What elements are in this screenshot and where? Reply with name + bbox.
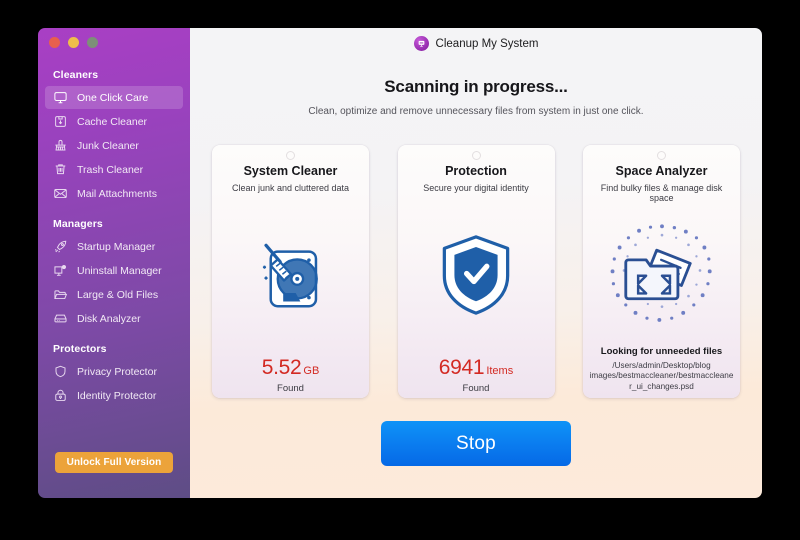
stat-caption: Found [277,383,304,394]
sidebar-group-title-protectors: Protectors [53,343,107,355]
disk-broom-icon [212,193,369,356]
brand: Cleanup My System [190,28,762,51]
sidebar-item-cache-cleaner[interactable]: Cache Cleaner [45,110,183,133]
scan-path: /Users/admin/Desktop/blog images/bestmac… [589,360,734,392]
stat-value: 6941 [438,356,485,379]
card-notch [657,151,666,160]
scan-cards: System Cleaner Clean junk and cluttered … [212,145,740,398]
sidebar-item-privacy-protector[interactable]: Privacy Protector [45,360,183,383]
sidebar-item-label: One Click Care [77,91,149,104]
sidebar-item-label: Cache Cleaner [77,115,148,128]
card-title: Space Analyzer [615,164,708,178]
disk-icon [53,311,68,326]
traffic-lights [38,28,190,48]
card-system-cleaner[interactable]: System Cleaner Clean junk and cluttered … [212,145,369,398]
stat-unit: Items [486,365,514,377]
card-notch [471,151,481,160]
sidebar-group-title-cleaners: Cleaners [53,69,99,81]
sidebar-item-label: Mail Attachments [77,187,157,200]
rocket-icon [53,239,68,254]
stop-button[interactable]: Stop [381,421,571,466]
trash-icon [53,162,68,177]
sidebar-list-cleaners: One Click Care Cache Cleaner Junk Cleane… [38,86,190,205]
close-button[interactable] [49,37,60,48]
stat-value: 5.52 [261,356,302,379]
shield-check-icon [398,193,555,356]
sidebar-item-label: Identity Protector [77,389,157,402]
sidebar-item-label: Startup Manager [77,240,156,253]
card-title: Protection [445,164,507,178]
card-space-analyzer[interactable]: Space Analyzer Find bulky files & manage… [583,145,740,398]
sidebar-item-label: Disk Analyzer [77,312,141,325]
card-protection[interactable]: Protection Secure your digital identity … [397,145,555,398]
sidebar-item-one-click-care[interactable]: One Click Care [45,86,183,109]
app-logo-icon [413,36,429,51]
sidebar-group-title-managers: Managers [53,218,103,230]
card-subtitle: Secure your digital identity [423,183,529,193]
sidebar-list-protectors: Privacy Protector Identity Protector [38,360,190,407]
folder-expand-icon [583,203,740,346]
shield-icon [53,364,68,379]
sidebar-item-disk-analyzer[interactable]: Disk Analyzer [45,307,183,330]
page-title: Scanning in progress... [384,77,568,96]
monitor-icon [53,90,68,105]
main-content: Cleanup My System Scanning in progress..… [190,28,762,498]
sidebar: Cleaners One Click Care Cache Cleaner Ju… [38,28,190,498]
card-notch [286,151,295,160]
lock-icon [53,388,68,403]
sidebar-item-label: Uninstall Manager [77,264,162,277]
card-subtitle: Find bulky files & manage disk space [600,183,723,203]
sidebar-item-label: Privacy Protector [77,365,157,378]
scan-label: Looking for unneeded files [600,345,723,357]
sidebar-item-identity-protector[interactable]: Identity Protector [45,384,183,407]
brand-title: Cleanup My System [435,37,539,50]
unlock-full-version-button[interactable]: Unlock Full Version [55,452,173,473]
monitor-badge-icon [53,263,68,278]
maximize-button[interactable] [87,37,98,48]
envelope-icon [53,186,68,201]
sidebar-item-label: Trash Cleaner [77,163,144,176]
sidebar-item-junk-cleaner[interactable]: Junk Cleaner [45,134,183,157]
broom-icon [53,138,68,153]
sidebar-item-large-old-files[interactable]: Large & Old Files [45,283,183,306]
app-window: Cleaners One Click Care Cache Cleaner Ju… [38,28,762,498]
card-stat: 6941 Items Found [439,356,513,394]
card-subtitle: Clean junk and cluttered data [231,183,350,193]
card-stat: 5.52 GB Found [262,356,320,394]
sidebar-list-managers: Startup Manager Uninstall Manager Large … [38,235,190,330]
page-subtitle: Clean, optimize and remove unnecessary f… [308,106,644,117]
minimize-button[interactable] [68,37,79,48]
cache-box-icon [53,114,68,129]
sidebar-item-label: Large & Old Files [77,288,159,301]
sidebar-item-startup-manager[interactable]: Startup Manager [45,235,183,258]
sidebar-item-uninstall-manager[interactable]: Uninstall Manager [45,259,183,282]
card-title: System Cleaner [243,164,338,178]
stat-unit: GB [303,365,320,377]
sidebar-item-trash-cleaner[interactable]: Trash Cleaner [45,158,183,181]
sidebar-item-mail-attachments[interactable]: Mail Attachments [45,182,183,205]
folder-icon [53,287,68,302]
stat-caption: Found [462,383,490,394]
sidebar-item-label: Junk Cleaner [77,139,139,152]
